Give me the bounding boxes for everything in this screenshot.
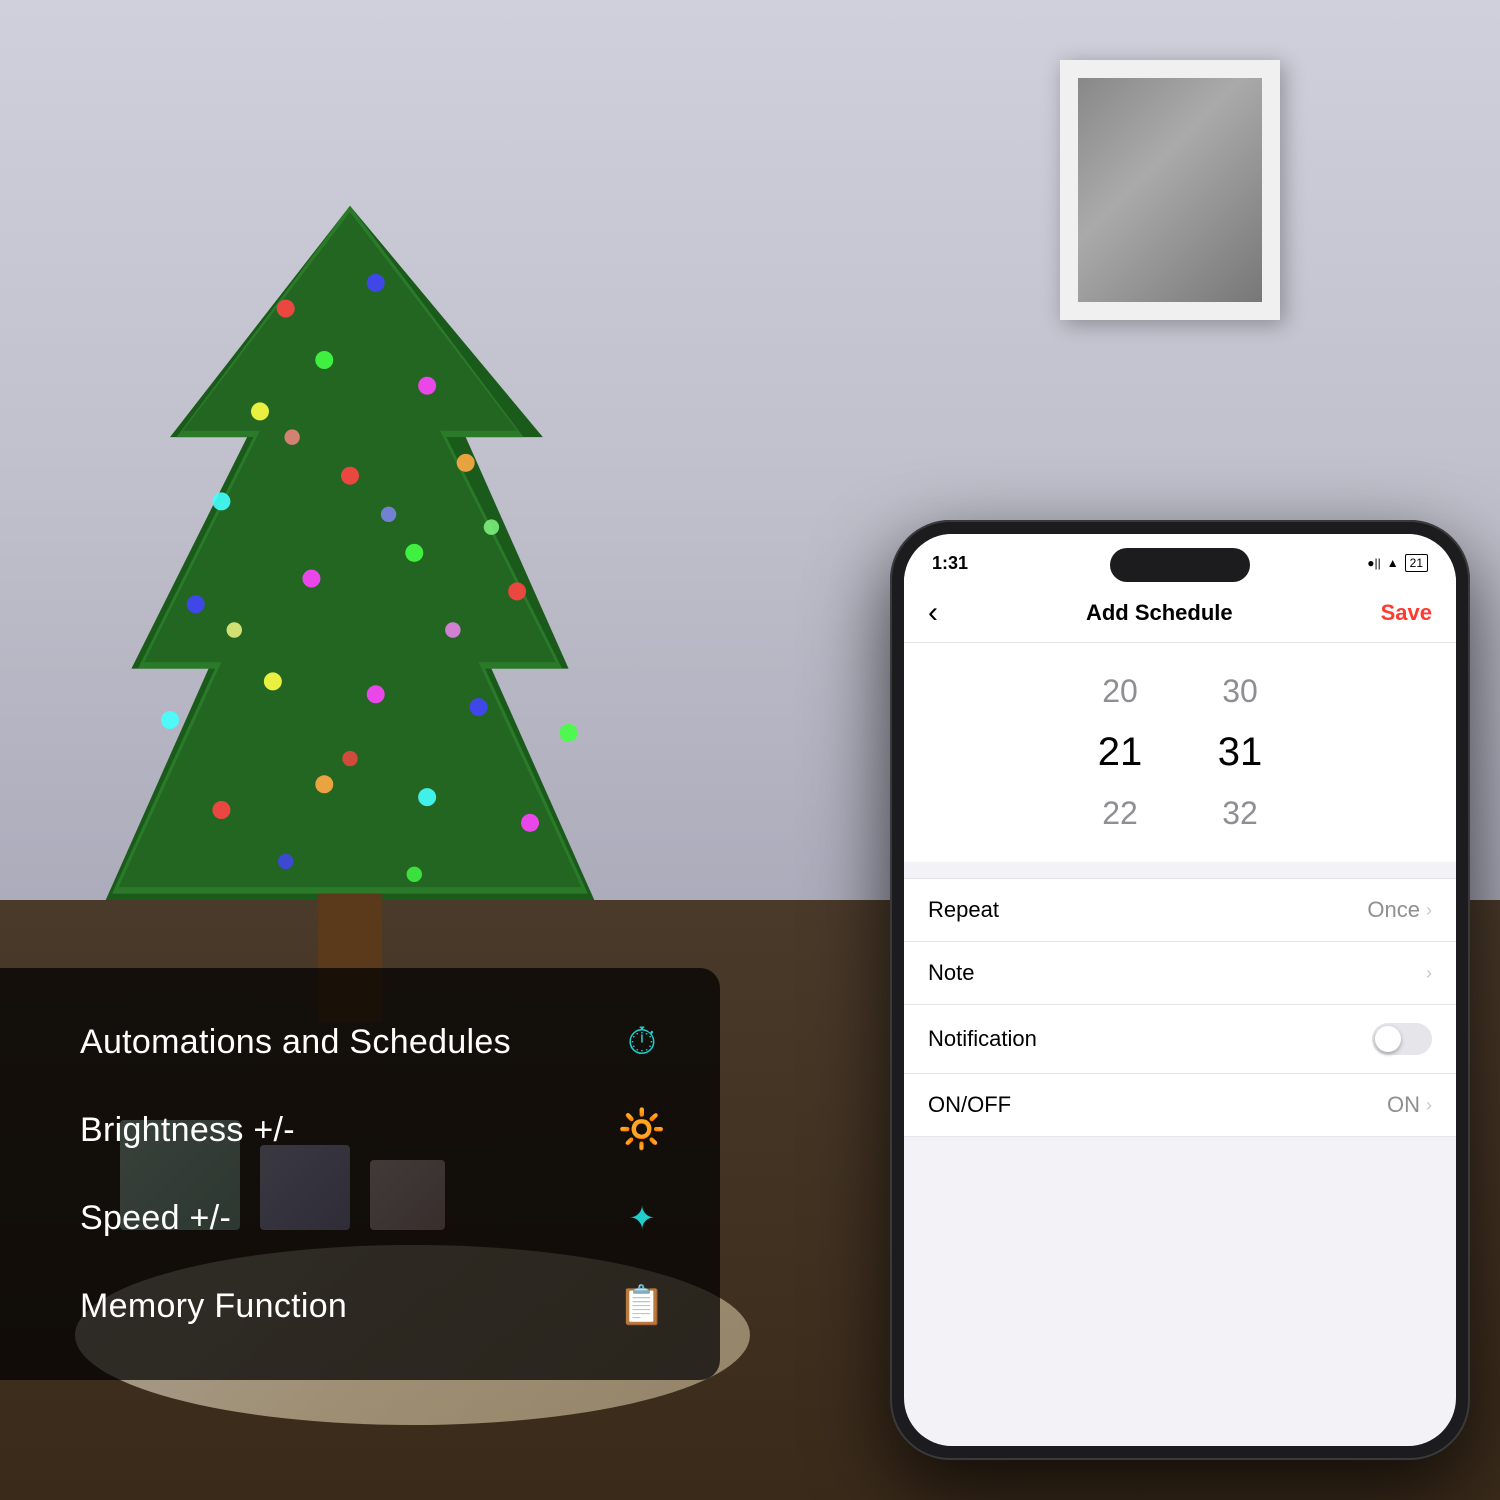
feature-memory: Memory Function 📋 (80, 1262, 670, 1350)
feature-brightness-label: Brightness +/- (80, 1111, 295, 1150)
phone-screen: 1:31 ●|| ▲ 21 ‹ Add Schedule Save (904, 534, 1456, 1446)
background-scene: Automations and Schedules ⏱ Brightness +… (0, 0, 1500, 1500)
christmas-tree (60, 180, 640, 1080)
feature-speed-label: Speed +/- (80, 1199, 231, 1238)
back-button[interactable]: ‹ (928, 596, 938, 630)
wifi-icon: ▲ (1387, 556, 1399, 570)
status-time: 1:31 (932, 553, 968, 574)
notification-toggle[interactable] (1372, 1023, 1432, 1055)
brightness-icon: 🔆 (614, 1102, 670, 1158)
time-row-1: 20 30 (904, 663, 1456, 720)
phone-mockup: 1:31 ●|| ▲ 21 ‹ Add Schedule Save (890, 520, 1470, 1460)
hour-21: 21 (1085, 730, 1155, 775)
note-label: Note (928, 960, 974, 986)
notification-label: Notification (928, 1026, 1037, 1052)
feature-speed: Speed +/- ✦ (80, 1174, 670, 1262)
note-row[interactable]: Note › (904, 942, 1456, 1005)
repeat-label: Repeat (928, 897, 999, 923)
features-overlay: Automations and Schedules ⏱ Brightness +… (0, 968, 720, 1380)
picture-frame (1060, 60, 1280, 320)
onoff-label: ON/OFF (928, 1092, 1011, 1118)
signal-icon: ●|| (1367, 556, 1380, 570)
hour-22: 22 (1085, 795, 1155, 832)
hour-20: 20 (1085, 673, 1155, 710)
notification-row: Notification (904, 1005, 1456, 1074)
nav-bar: ‹ Add Schedule Save (904, 584, 1456, 643)
onoff-value-container: ON › (1387, 1092, 1432, 1118)
onoff-row[interactable]: ON/OFF ON › (904, 1074, 1456, 1136)
memory-icon: 📋 (614, 1278, 670, 1334)
minute-30: 30 (1205, 673, 1275, 710)
note-value-container: › (1426, 963, 1432, 984)
dynamic-island (1110, 548, 1250, 582)
onoff-chevron: › (1426, 1095, 1432, 1116)
save-button[interactable]: Save (1381, 600, 1432, 626)
minute-32: 32 (1205, 795, 1275, 832)
toggle-knob (1375, 1026, 1401, 1052)
automations-icon: ⏱ (614, 1014, 670, 1070)
repeat-chevron: › (1426, 900, 1432, 921)
feature-memory-label: Memory Function (80, 1287, 347, 1326)
repeat-value-container: Once › (1367, 897, 1432, 923)
status-icons: ●|| ▲ 21 (1367, 554, 1428, 572)
time-picker[interactable]: 20 30 21 31 22 32 (904, 643, 1456, 862)
phone-body: 1:31 ●|| ▲ 21 ‹ Add Schedule Save (890, 520, 1470, 1460)
settings-list: Repeat Once › Note › (904, 878, 1456, 1137)
note-chevron: › (1426, 963, 1432, 984)
repeat-value: Once (1367, 897, 1420, 923)
speed-icon: ✦ (614, 1190, 670, 1246)
feature-brightness: Brightness +/- 🔆 (80, 1086, 670, 1174)
onoff-value: ON (1387, 1092, 1420, 1118)
battery-icon: 21 (1405, 554, 1428, 572)
nav-title: Add Schedule (1086, 600, 1233, 626)
time-row-selected: 21 31 (904, 720, 1456, 785)
repeat-row[interactable]: Repeat Once › (904, 879, 1456, 942)
minute-31: 31 (1205, 730, 1275, 775)
time-row-3: 22 32 (904, 785, 1456, 842)
feature-automations: Automations and Schedules ⏱ (80, 998, 670, 1086)
feature-automations-label: Automations and Schedules (80, 1023, 511, 1062)
